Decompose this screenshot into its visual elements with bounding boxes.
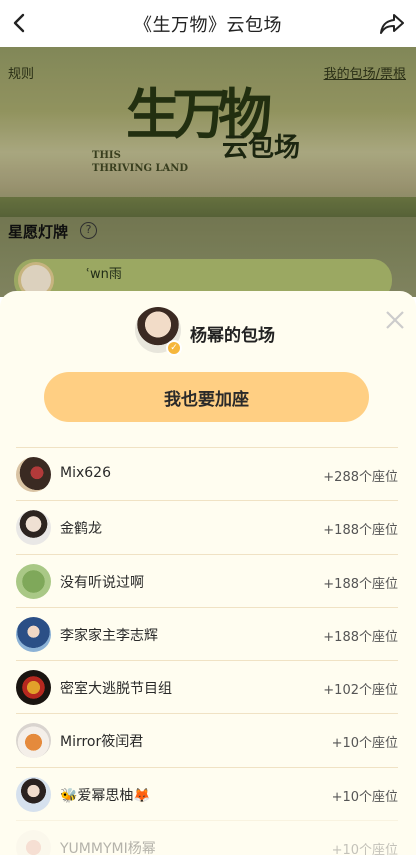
contributor-name: Mirror筱闰君 xyxy=(60,734,144,751)
avatar xyxy=(16,563,51,599)
list-item[interactable]: Mirror筱闰君 +10个座位 xyxy=(16,713,398,766)
booking-sheet: ✓ 杨幂的包场 我也要加座 Mix626 +288个座位 金鹤龙 +188个座位… xyxy=(0,291,416,855)
avatar xyxy=(16,510,51,546)
contributor-name: 金鹤龙 xyxy=(60,521,102,538)
contributor-name: 没有听说过啊 xyxy=(60,574,144,591)
close-x-icon[interactable] xyxy=(384,309,406,331)
contributor-name: YUMMYMI杨幂 xyxy=(60,841,156,855)
list-item[interactable]: 金鹤龙 +188个座位 xyxy=(16,500,398,553)
contributor-name: 🐝爱幂思柚🦊 xyxy=(60,787,151,804)
host-title: 杨幂的包场 xyxy=(190,326,275,346)
list-item[interactable]: 没有听说过啊 +188个座位 xyxy=(16,553,398,607)
seat-count: +102个座位 xyxy=(323,683,398,699)
share-arrow-icon[interactable] xyxy=(378,10,406,38)
seat-count: +10个座位 xyxy=(331,736,398,752)
dim-overlay[interactable] xyxy=(0,47,416,297)
list-item[interactable]: 李家家主李志辉 +188个座位 xyxy=(16,606,398,660)
seat-count: +10个座位 xyxy=(331,789,398,805)
contributor-name: 密室大逃脱节目组 xyxy=(60,681,172,698)
join-seat-button[interactable]: 我也要加座 xyxy=(44,372,369,422)
contributor-name: 李家家主李志辉 xyxy=(60,627,158,644)
avatar xyxy=(16,723,51,759)
list-item[interactable]: Mix626 +288个座位 xyxy=(16,447,398,500)
seat-count: +188个座位 xyxy=(323,629,398,645)
seat-count: +10个座位 xyxy=(331,843,398,855)
top-nav-bar: 《生万物》云包场 xyxy=(0,0,416,47)
back-chevron-icon[interactable] xyxy=(6,8,36,38)
seat-count: +188个座位 xyxy=(323,523,398,539)
avatar xyxy=(16,616,51,652)
contributor-list: Mix626 +288个座位 金鹤龙 +188个座位 没有听说过啊 +188个座… xyxy=(16,447,398,855)
avatar xyxy=(16,830,51,855)
verified-badge-icon: ✓ xyxy=(166,340,182,356)
list-item[interactable]: 密室大逃脱节目组 +102个座位 xyxy=(16,660,398,713)
seat-count: +288个座位 xyxy=(323,470,398,485)
list-item[interactable]: 🐝爱幂思柚🦊 +10个座位 xyxy=(16,766,398,820)
avatar xyxy=(16,670,51,706)
avatar xyxy=(16,457,51,492)
page-title: 《生万物》云包场 xyxy=(134,14,282,36)
list-item[interactable]: YUMMYMI杨幂 +10个座位 xyxy=(16,820,398,855)
contributor-name: Mix626 xyxy=(60,465,111,481)
seat-count: +188个座位 xyxy=(323,576,398,592)
avatar xyxy=(16,776,51,812)
